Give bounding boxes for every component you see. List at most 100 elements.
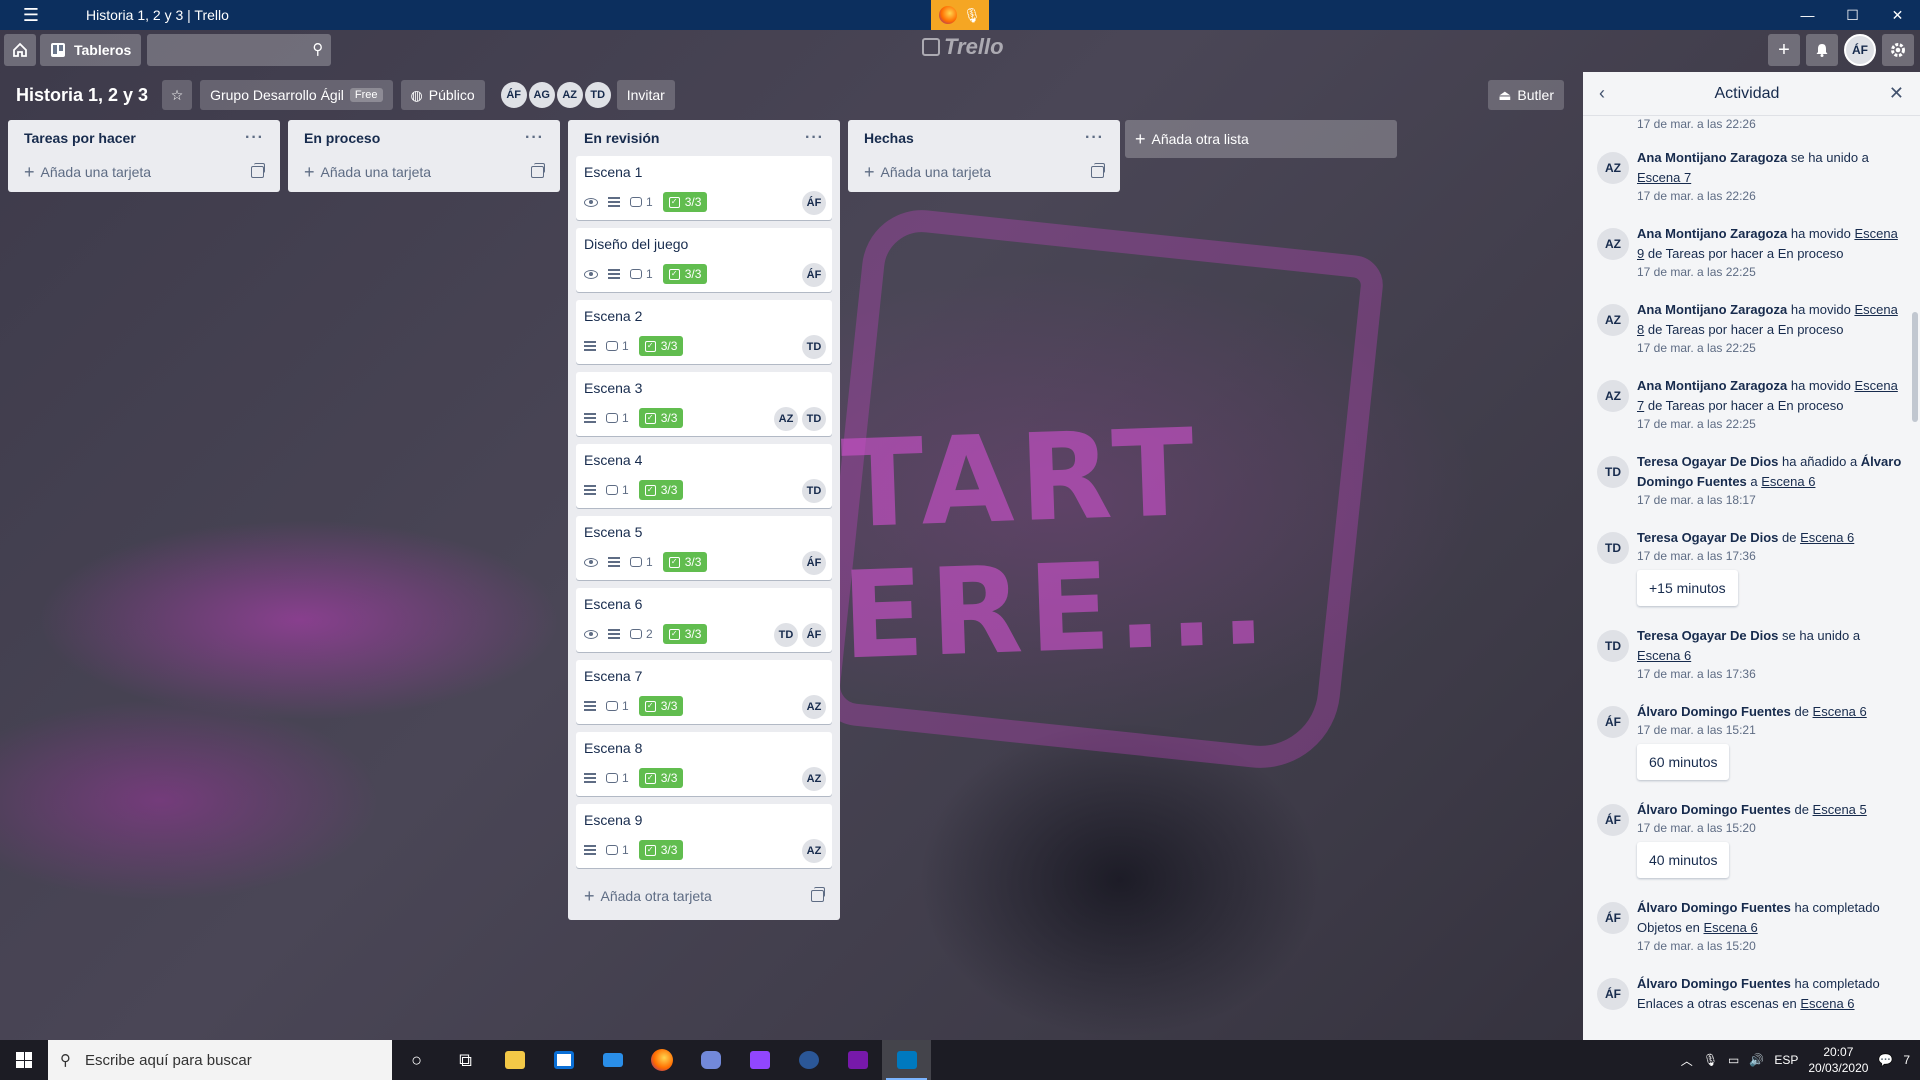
- activity-card-link[interactable]: Escena 6: [1637, 648, 1691, 663]
- start-button[interactable]: [0, 1040, 48, 1080]
- activity-member-name[interactable]: Álvaro Domingo Fuentes: [1637, 704, 1791, 719]
- activity-date[interactable]: 17 de mar. a las 22:25: [1637, 264, 1906, 280]
- card-member-avatar[interactable]: AZ: [802, 767, 826, 791]
- boards-button[interactable]: Tableros: [40, 34, 142, 66]
- add-card-button[interactable]: + Añada una tarjeta: [856, 156, 1112, 188]
- activity-card-link[interactable]: Escena 6: [1813, 704, 1867, 719]
- activity-date[interactable]: 17 de mar. a las 17:36: [1637, 548, 1906, 564]
- list-menu-icon[interactable]: ···: [245, 129, 264, 147]
- activity-member-name[interactable]: Álvaro Domingo Fuentes: [1637, 976, 1791, 991]
- member-avatar[interactable]: AG: [528, 82, 555, 108]
- activity-date[interactable]: 17 de mar. a las 15:20: [1637, 938, 1906, 954]
- activity-avatar[interactable]: AZ: [1597, 380, 1629, 412]
- list-title[interactable]: En revisión: [584, 130, 659, 146]
- activity-avatar[interactable]: AZ: [1597, 228, 1629, 260]
- mail-icon[interactable]: [588, 1040, 637, 1080]
- card[interactable]: Escena 2 1 ✓ 3/3 TD: [576, 300, 832, 364]
- list-menu-icon[interactable]: ···: [805, 129, 824, 147]
- trello-logo[interactable]: Trello: [922, 34, 1004, 60]
- close-window-button[interactable]: ✕: [1875, 0, 1920, 30]
- maximize-button[interactable]: ☐: [1830, 0, 1875, 30]
- back-arrow-icon[interactable]: ‹: [1599, 83, 1605, 104]
- card-member-avatar[interactable]: TD: [802, 407, 826, 431]
- card[interactable]: Escena 3 1 ✓ 3/3 AZ TD: [576, 372, 832, 436]
- activity-date[interactable]: 17 de mar. a las 15:20: [1637, 820, 1906, 836]
- notifications-button[interactable]: [1806, 34, 1838, 66]
- activity-member-name[interactable]: Teresa Ogayar De Dios: [1637, 628, 1778, 643]
- activity-avatar[interactable]: TD: [1597, 456, 1629, 488]
- activity-member-name[interactable]: Ana Montijano Zaragoza: [1637, 150, 1787, 165]
- add-card-button[interactable]: + Añada otra tarjeta: [576, 876, 832, 916]
- volume-icon[interactable]: 🔊: [1749, 1053, 1764, 1067]
- twitch-icon[interactable]: [735, 1040, 784, 1080]
- taskbar-search-input[interactable]: ⚲ Escribe aquí para buscar: [48, 1040, 392, 1080]
- card[interactable]: Escena 4 1 ✓ 3/3 TD: [576, 444, 832, 508]
- activity-comment[interactable]: 40 minutos: [1637, 842, 1730, 878]
- card[interactable]: Escena 7 1 ✓ 3/3 AZ: [576, 660, 832, 724]
- hamburger-menu-icon[interactable]: ☰: [0, 0, 62, 30]
- list-menu-icon[interactable]: ···: [525, 129, 544, 147]
- chevron-up-icon[interactable]: ︿: [1681, 1052, 1693, 1069]
- member-avatar[interactable]: ÁF: [500, 82, 527, 108]
- browser-icon[interactable]: [784, 1040, 833, 1080]
- activity-card-link[interactable]: Escena 7: [1637, 170, 1691, 185]
- notification-center-icon[interactable]: 💬: [1878, 1053, 1893, 1067]
- activity-comment[interactable]: 60 minutos: [1637, 744, 1730, 780]
- activity-date[interactable]: 17 de mar. a las 22:25: [1637, 416, 1906, 432]
- card[interactable]: Escena 5 1 ✓ 3/3 ÁF: [576, 516, 832, 580]
- card-member-avatar[interactable]: TD: [802, 335, 826, 359]
- activity-member-name[interactable]: Teresa Ogayar De Dios: [1637, 454, 1778, 469]
- sidebar-scrollbar[interactable]: [1912, 312, 1918, 422]
- create-button[interactable]: +: [1768, 34, 1800, 66]
- activity-member-name[interactable]: Teresa Ogayar De Dios: [1637, 530, 1778, 545]
- activity-avatar[interactable]: AZ: [1597, 152, 1629, 184]
- card[interactable]: Escena 1 1 ✓ 3/3 ÁF: [576, 156, 832, 220]
- card-member-avatar[interactable]: ÁF: [802, 623, 826, 647]
- list-header[interactable]: En revisión ···: [576, 120, 832, 156]
- recording-indicator[interactable]: 🎙: [931, 0, 989, 30]
- close-icon[interactable]: ✕: [1889, 83, 1904, 104]
- activity-member-name[interactable]: Álvaro Domingo Fuentes: [1637, 802, 1791, 817]
- language-indicator[interactable]: ESP: [1774, 1053, 1798, 1067]
- card[interactable]: Escena 9 1 ✓ 3/3 AZ: [576, 804, 832, 868]
- onenote-icon[interactable]: [833, 1040, 882, 1080]
- activity-card-link[interactable]: Escena 6: [1761, 474, 1815, 489]
- activity-member-name[interactable]: Ana Montijano Zaragoza: [1637, 378, 1787, 393]
- activity-card-link[interactable]: Escena 6: [1704, 920, 1758, 935]
- activity-member-name[interactable]: Ana Montijano Zaragoza: [1637, 226, 1787, 241]
- activity-member-name[interactable]: Álvaro Domingo Fuentes: [1637, 900, 1791, 915]
- home-button[interactable]: [4, 34, 36, 66]
- list-title[interactable]: Tareas por hacer: [24, 130, 136, 146]
- activity-date[interactable]: 17 de mar. a las 15:21: [1637, 722, 1906, 738]
- activity-card-link[interactable]: Escena 6: [1800, 996, 1854, 1011]
- visibility-button[interactable]: ◍ Público: [400, 80, 485, 110]
- activity-avatar[interactable]: TD: [1597, 630, 1629, 662]
- team-button[interactable]: Grupo Desarrollo Ágil Free: [200, 80, 393, 110]
- list-header[interactable]: Hechas ···: [856, 120, 1112, 156]
- invite-button[interactable]: Invitar: [616, 80, 675, 110]
- microphone-icon[interactable]: 🎙: [1703, 1053, 1718, 1067]
- activity-date[interactable]: 17 de mar. a las 17:36: [1637, 666, 1906, 682]
- activity-avatar[interactable]: AZ: [1597, 304, 1629, 336]
- card-member-avatar[interactable]: AZ: [802, 839, 826, 863]
- activity-avatar[interactable]: ÁF: [1597, 902, 1629, 934]
- butler-button[interactable]: ⏏ Butler: [1488, 80, 1564, 110]
- list-header[interactable]: Tareas por hacer ···: [16, 120, 272, 156]
- activity-avatar[interactable]: ÁF: [1597, 706, 1629, 738]
- network-icon[interactable]: ▭: [1728, 1053, 1739, 1067]
- cortana-icon[interactable]: ○: [392, 1040, 441, 1080]
- activity-comment[interactable]: +15 minutos: [1637, 570, 1738, 606]
- add-card-button[interactable]: + Añada una tarjeta: [16, 156, 272, 188]
- card-template-icon[interactable]: [531, 163, 545, 178]
- card[interactable]: Escena 6 2 ✓ 3/3 TD ÁF: [576, 588, 832, 652]
- board-title[interactable]: Historia 1, 2 y 3: [16, 85, 148, 106]
- activity-date[interactable]: 17 de mar. a las 22:25: [1637, 340, 1906, 356]
- card[interactable]: Escena 8 1 ✓ 3/3 AZ: [576, 732, 832, 796]
- card-member-avatar[interactable]: ÁF: [802, 191, 826, 215]
- list-title[interactable]: En proceso: [304, 130, 380, 146]
- card-template-icon[interactable]: [251, 163, 265, 178]
- card-template-icon[interactable]: [811, 887, 825, 902]
- member-avatar-me[interactable]: ÁF: [1844, 34, 1876, 66]
- settings-button[interactable]: [1882, 34, 1914, 66]
- minimize-button[interactable]: —: [1785, 0, 1830, 30]
